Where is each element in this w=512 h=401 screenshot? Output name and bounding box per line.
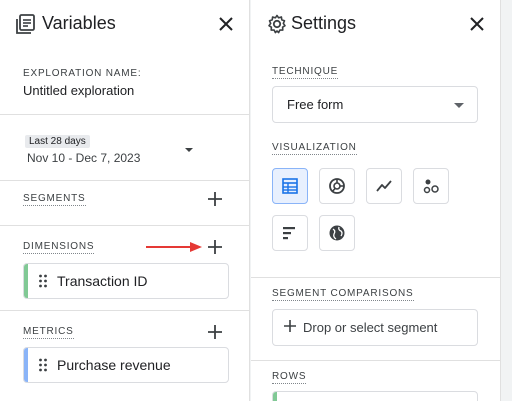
date-range-preset: Last 28 days — [25, 135, 90, 148]
close-icon[interactable] — [216, 14, 236, 34]
variables-header: Variables — [0, 0, 249, 50]
technique-value: Free form — [287, 97, 344, 112]
scatter-plot-icon — [423, 179, 439, 194]
divider — [251, 277, 500, 278]
viz-donut-button[interactable] — [319, 168, 355, 204]
visualization-label: VISUALIZATION — [272, 142, 357, 155]
variables-panel: Variables EXPLORATION NAME: Untitled exp… — [0, 0, 250, 401]
drag-handle-icon[interactable] — [38, 358, 48, 372]
technique-select[interactable]: Free form — [272, 86, 478, 123]
variables-title: Variables — [42, 13, 116, 33]
add-dimension-icon[interactable] — [206, 238, 224, 256]
add-metric-icon[interactable] — [206, 323, 224, 341]
viz-bar-button[interactable] — [272, 215, 308, 251]
exploration-name-label: EXPLORATION NAME: — [23, 68, 142, 79]
rows-color-bar — [273, 392, 277, 401]
chevron-down-icon — [185, 148, 193, 152]
segment-comparisons-label: SEGMENT COMPARISONS — [272, 288, 414, 301]
metric-color-bar — [24, 348, 28, 382]
date-range-picker[interactable]: Last 28 days Nov 10 - Dec 7, 2023 — [23, 130, 203, 170]
segments-label: SEGMENTS — [23, 193, 86, 206]
metric-chip[interactable]: Purchase revenue — [23, 347, 229, 383]
settings-panel: Settings TECHNIQUE Free form VISUALIZATI… — [251, 0, 501, 401]
segment-drop-zone[interactable]: Drop or select segment — [272, 309, 478, 346]
donut-chart-icon — [329, 178, 345, 194]
metric-label: Purchase revenue — [57, 357, 171, 373]
right-gutter — [501, 0, 512, 401]
date-range-value: Nov 10 - Dec 7, 2023 — [27, 151, 141, 165]
chevron-down-icon — [454, 103, 464, 108]
dimension-chip[interactable]: Transaction ID — [23, 263, 229, 299]
dimension-color-bar — [24, 264, 28, 298]
metrics-label: METRICS — [23, 326, 74, 339]
rows-label: ROWS — [272, 371, 307, 384]
dimensions-label: DIMENSIONS — [23, 241, 95, 254]
close-icon[interactable] — [467, 14, 487, 34]
rows-drop-zone[interactable] — [272, 391, 478, 401]
divider — [251, 360, 500, 361]
geo-map-icon — [329, 225, 345, 241]
variables-list-icon — [16, 14, 35, 34]
bar-chart-icon — [283, 227, 295, 240]
settings-title: Settings — [291, 13, 357, 33]
settings-header: Settings — [251, 0, 500, 50]
divider — [0, 310, 249, 311]
exploration-name-field[interactable]: Untitled exploration — [23, 83, 134, 98]
line-chart-icon — [376, 180, 392, 192]
plus-icon — [284, 320, 296, 332]
gear-icon — [268, 14, 286, 34]
segment-drop-text: Drop or select segment — [303, 320, 438, 335]
divider — [0, 180, 249, 181]
viz-scatter-button[interactable] — [413, 168, 449, 204]
annotation-arrow — [146, 242, 202, 252]
viz-table-button[interactable] — [272, 168, 308, 204]
technique-label: TECHNIQUE — [272, 66, 339, 79]
viz-line-button[interactable] — [366, 168, 402, 204]
drag-handle-icon[interactable] — [38, 274, 48, 288]
table-icon — [282, 178, 298, 194]
dimension-label: Transaction ID — [57, 273, 148, 289]
viz-geo-button[interactable] — [319, 215, 355, 251]
add-segment-icon[interactable] — [206, 190, 224, 208]
divider — [0, 114, 249, 115]
divider — [0, 225, 249, 226]
